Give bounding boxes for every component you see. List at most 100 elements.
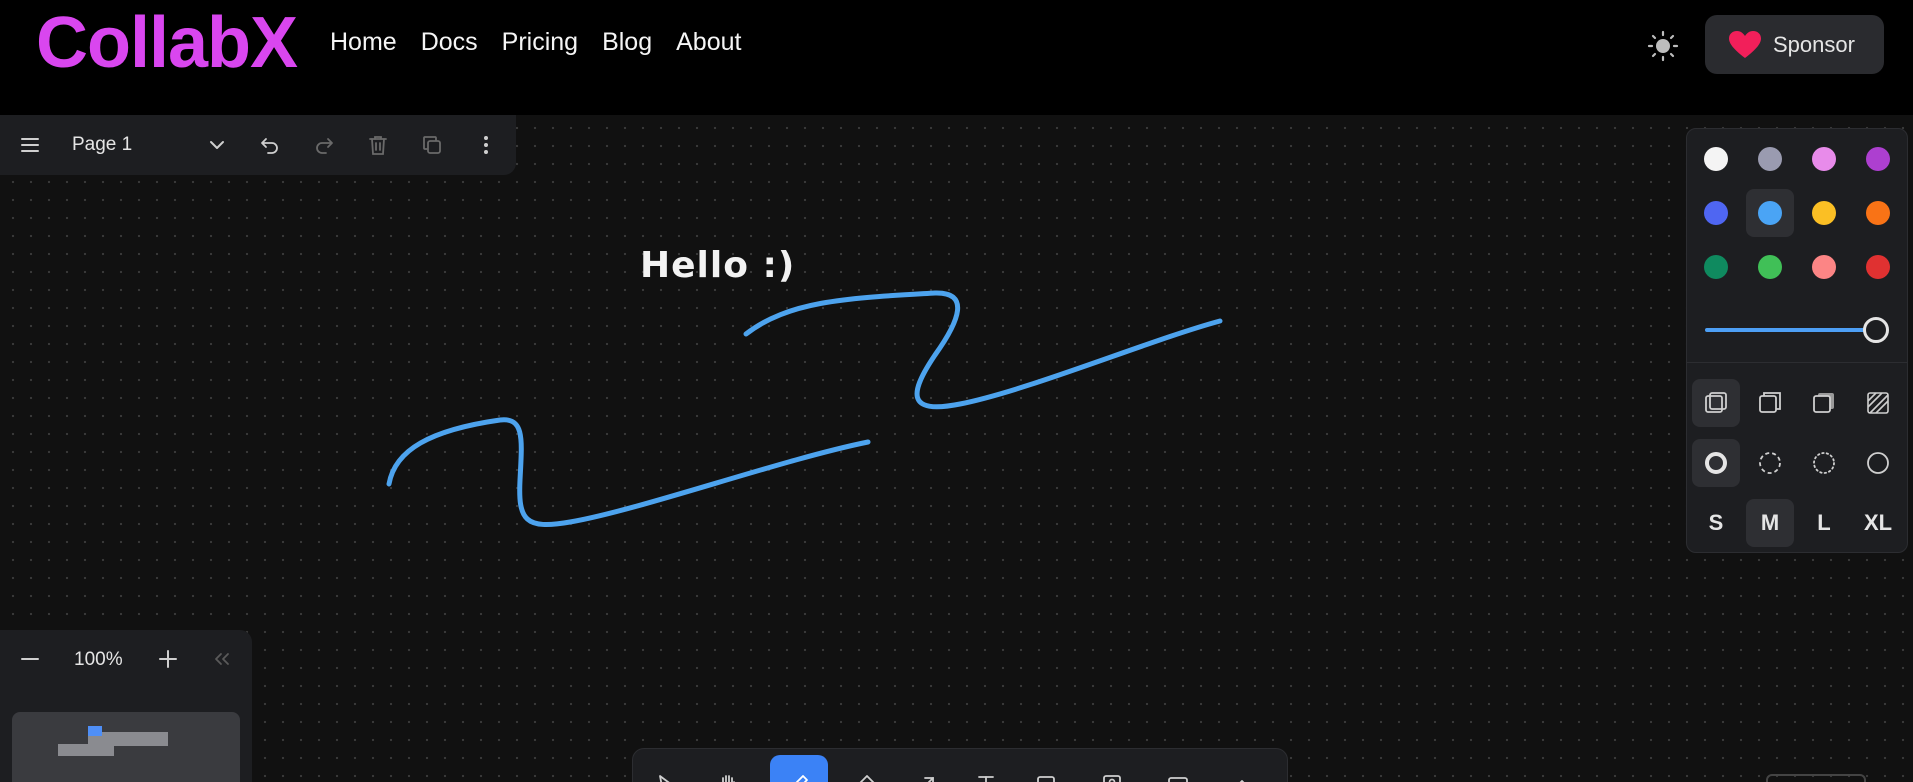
- bottom-toolbar: [632, 748, 1288, 782]
- zoom-out-button[interactable]: [15, 644, 45, 674]
- select-tool-button[interactable]: [637, 755, 695, 782]
- dash-dotted-button[interactable]: [1800, 439, 1848, 487]
- undo-button[interactable]: [256, 131, 284, 159]
- top-header: CollabX Home Docs Pricing Blog About Spo…: [0, 0, 1913, 115]
- color-swatch-10[interactable]: [1746, 243, 1794, 291]
- color-swatch-3[interactable]: [1800, 135, 1848, 183]
- fill-semi-button[interactable]: [1746, 379, 1794, 427]
- page-dropdown-button[interactable]: [203, 131, 231, 159]
- color-dot: [1704, 255, 1728, 279]
- color-swatch-2[interactable]: [1746, 135, 1794, 183]
- text-tool-button[interactable]: [957, 755, 1015, 782]
- hand-tool-button[interactable]: [699, 755, 757, 782]
- freehand-stroke-1[interactable]: [386, 417, 871, 528]
- size-s-label: S: [1708, 510, 1724, 535]
- eraser-tool-icon: [859, 775, 875, 782]
- note-tool-button[interactable]: [1017, 755, 1075, 782]
- more-tools-button[interactable]: [1213, 755, 1271, 782]
- color-swatch-7[interactable]: [1800, 189, 1848, 237]
- sponsor-label: Sponsor: [1773, 31, 1855, 57]
- more-vertical-icon: [484, 136, 488, 154]
- rectangle-tool-button[interactable]: [1149, 755, 1207, 782]
- collapse-minimap-button[interactable]: [207, 644, 237, 674]
- more-options-button[interactable]: [472, 131, 500, 159]
- style-panel: S M L XL: [1686, 128, 1908, 553]
- draw-tool-button[interactable]: [770, 755, 828, 782]
- nav-pricing[interactable]: Pricing: [502, 28, 578, 57]
- color-swatch-1[interactable]: [1692, 135, 1740, 183]
- duplicate-button[interactable]: [418, 131, 446, 159]
- zoom-level[interactable]: 100%: [74, 649, 123, 671]
- color-swatch-12[interactable]: [1854, 243, 1902, 291]
- asset-tool-icon: [1103, 775, 1121, 782]
- more-tools-icon: [1239, 780, 1245, 782]
- dash-draw-button[interactable]: [1692, 439, 1740, 487]
- size-xl-button[interactable]: XL: [1854, 499, 1902, 547]
- eraser-tool-button[interactable]: [838, 755, 896, 782]
- style-panel-divider: [1687, 362, 1907, 363]
- arrow-tool-icon: [924, 777, 934, 782]
- color-dot: [1758, 147, 1782, 171]
- nav-docs[interactable]: Docs: [421, 28, 478, 57]
- opacity-slider-handle[interactable]: [1863, 317, 1889, 343]
- heart-icon: [1729, 30, 1761, 58]
- fill-solid-button[interactable]: [1800, 379, 1848, 427]
- color-swatch-6[interactable]: [1746, 189, 1794, 237]
- size-l-button[interactable]: L: [1800, 499, 1848, 547]
- hand-tool-icon: [722, 775, 735, 782]
- color-swatch-11[interactable]: [1800, 243, 1848, 291]
- fill-solid-icon: [1813, 393, 1834, 413]
- undo-icon: [261, 138, 278, 154]
- dash-dotted-icon: [1813, 452, 1835, 474]
- opacity-slider-track[interactable]: [1705, 328, 1877, 332]
- size-xl-label: XL: [1863, 510, 1893, 535]
- text-tool-icon: [978, 776, 994, 782]
- redo-button[interactable]: [310, 131, 338, 159]
- minimap[interactable]: [12, 712, 240, 782]
- fill-none-button[interactable]: [1692, 379, 1740, 427]
- menu-button[interactable]: [16, 131, 44, 159]
- dash-solid-button[interactable]: [1854, 439, 1902, 487]
- color-dot: [1704, 147, 1728, 171]
- nav-home[interactable]: Home: [330, 28, 397, 57]
- theme-toggle-button[interactable]: [1647, 30, 1679, 62]
- freehand-stroke-2[interactable]: [743, 290, 1223, 410]
- nav-about[interactable]: About: [676, 28, 741, 57]
- size-m-button[interactable]: M: [1746, 499, 1794, 547]
- color-swatch-9[interactable]: [1692, 243, 1740, 291]
- color-dot: [1758, 255, 1782, 279]
- canvas-text-hello[interactable]: Hello :): [640, 245, 795, 286]
- duplicate-icon: [423, 136, 441, 154]
- fill-pattern-button[interactable]: [1854, 379, 1902, 427]
- redo-icon: [316, 138, 333, 154]
- minimap-preview: [58, 726, 168, 756]
- minus-icon: [21, 658, 39, 660]
- dash-dashed-button[interactable]: [1746, 439, 1794, 487]
- logo[interactable]: CollabX: [36, 2, 298, 84]
- help-button[interactable]: [1766, 774, 1866, 782]
- chevrons-left-icon: [215, 653, 229, 665]
- page-name[interactable]: Page 1: [72, 134, 132, 156]
- color-swatch-4[interactable]: [1854, 135, 1902, 183]
- sponsor-button[interactable]: Sponsor: [1705, 15, 1884, 74]
- color-swatch-8[interactable]: [1854, 189, 1902, 237]
- fill-pattern-icon: [1867, 392, 1889, 414]
- dash-solid-icon: [1867, 452, 1889, 474]
- asset-tool-button[interactable]: [1083, 755, 1141, 782]
- color-swatch-5[interactable]: [1692, 189, 1740, 237]
- delete-button[interactable]: [364, 131, 392, 159]
- nav-blog[interactable]: Blog: [602, 28, 652, 57]
- color-dot: [1866, 147, 1890, 171]
- menu-icon: [21, 138, 39, 152]
- size-s-button[interactable]: S: [1692, 499, 1740, 547]
- select-tool-icon: [659, 775, 670, 782]
- page-toolbar: Page 1: [0, 115, 516, 175]
- rectangle-tool-icon: [1168, 777, 1188, 782]
- chevron-down-icon: [210, 141, 224, 149]
- dash-draw-icon: [1705, 452, 1727, 474]
- color-dot: [1758, 201, 1782, 225]
- arrow-tool-button[interactable]: [898, 755, 956, 782]
- main-nav: Home Docs Pricing Blog About: [330, 28, 741, 57]
- draw-tool-icon: [795, 775, 808, 782]
- zoom-in-button[interactable]: [153, 644, 183, 674]
